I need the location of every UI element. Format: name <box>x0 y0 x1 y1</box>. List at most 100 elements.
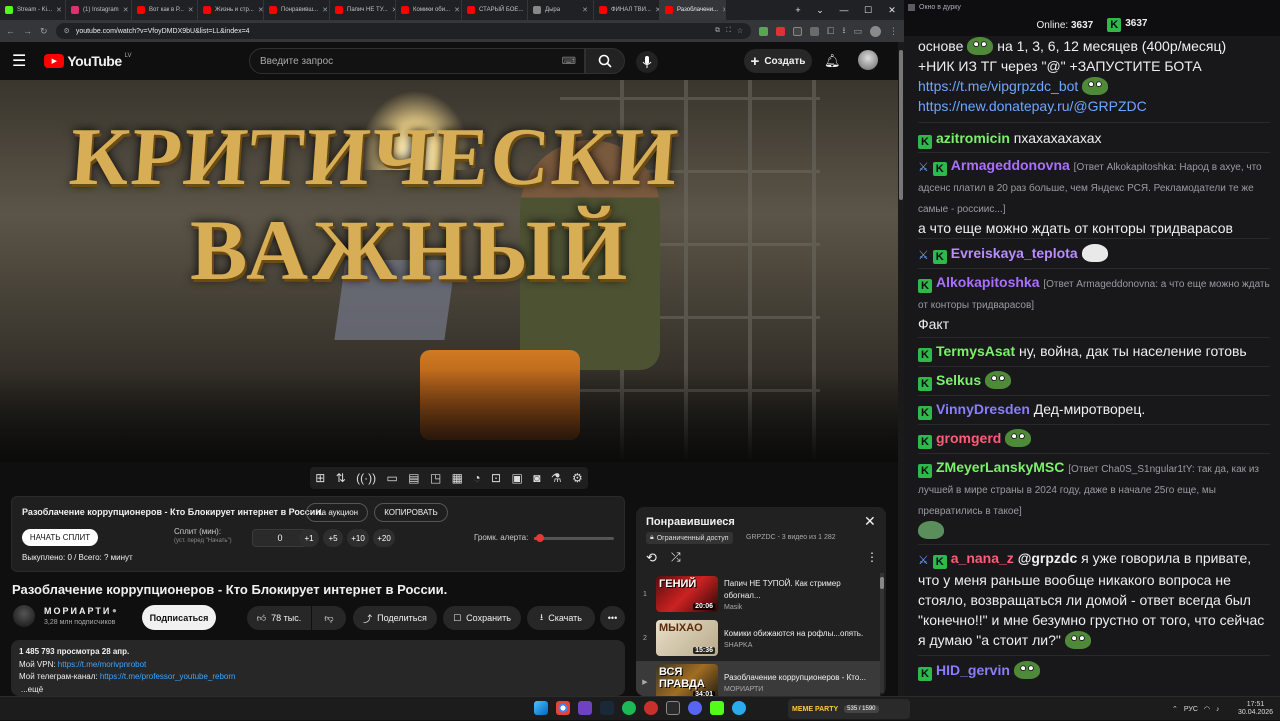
translate-icon[interactable]: ⛶ <box>726 27 731 35</box>
close-tab-icon[interactable]: ✕ <box>454 6 460 14</box>
add-20-button[interactable]: +20 <box>373 529 395 547</box>
browser-tab[interactable]: СТАРЫЙ БОЕ...✕ <box>462 0 528 20</box>
close-window-button[interactable]: ✕ <box>880 5 904 16</box>
dislike-button[interactable]: 👎︎ <box>312 606 346 630</box>
close-playlist-icon[interactable]: ✕ <box>864 513 876 530</box>
close-tab-icon[interactable]: ✕ <box>56 6 62 14</box>
tab-search-icon[interactable]: ⌄ <box>808 5 832 16</box>
tray-chevron-icon[interactable]: ⌃ <box>1172 705 1178 713</box>
menu-dots-icon[interactable]: ⋮ <box>889 26 898 37</box>
page-scroll-thumb[interactable] <box>899 50 903 200</box>
stream-widget[interactable]: MEME PARTY 535 / 1590 <box>788 699 910 719</box>
chat-username[interactable]: VinnyDresden <box>936 401 1030 417</box>
bookmark-star-icon[interactable]: ☆ <box>737 27 743 35</box>
browser-tab[interactable]: Разоблачени...✕ <box>660 0 726 20</box>
search-input[interactable]: Введите запрос ⌨ <box>249 48 585 74</box>
youtube-logo[interactable]: ▶ YouTube LV <box>44 53 132 69</box>
screen-icon[interactable]: ▭ <box>386 471 397 485</box>
clip-icon[interactable]: ▣ <box>512 471 523 485</box>
chat-username[interactable]: azitromicin <box>936 130 1010 146</box>
copy-button[interactable]: КОПИРОВАТЬ <box>374 503 448 522</box>
back-icon[interactable]: ← <box>6 26 15 36</box>
profile-avatar[interactable] <box>870 25 881 37</box>
bot-link[interactable]: https://t.me/vipgrpzdc_bot <box>918 78 1078 94</box>
subtitles-icon[interactable]: ▦ <box>452 471 463 485</box>
close-tab-icon[interactable]: ✕ <box>582 6 588 14</box>
chat-username[interactable]: Selkus <box>936 372 981 388</box>
browser-tab[interactable]: Понравивш... ✕ <box>264 0 330 20</box>
language-indicator[interactable]: РУС <box>1184 706 1198 713</box>
maximize-button[interactable]: ☐ <box>856 5 880 16</box>
share-button[interactable]: ⤴ Поделиться <box>353 606 437 630</box>
close-tab-icon[interactable]: ✕ <box>258 6 263 14</box>
add-1-button[interactable]: +1 <box>299 529 319 547</box>
chrome-icon[interactable] <box>556 701 570 715</box>
add-5-button[interactable]: +5 <box>323 529 343 547</box>
close-tab-icon[interactable]: ✕ <box>322 6 328 14</box>
mention[interactable]: @grpzdc <box>1018 550 1078 566</box>
picture-icon[interactable]: ⊡ <box>491 471 501 485</box>
app-icon[interactable] <box>644 701 658 715</box>
chat-username[interactable]: gromgerd <box>936 430 1001 446</box>
notifications-bell-icon[interactable]: 🔔︎ <box>824 53 841 69</box>
playlist-scroll-thumb[interactable] <box>880 577 884 589</box>
create-button[interactable]: + Создать <box>744 49 812 73</box>
to-auction-button[interactable]: На аукцион <box>306 503 368 522</box>
like-button[interactable]: 👍︎ 78 тыс. <box>247 606 311 630</box>
settings-gear-icon[interactable]: ⚙ <box>572 471 583 485</box>
sort-icon[interactable]: ⇅ <box>336 471 346 485</box>
broadcast-icon[interactable]: ((·)) <box>356 471 376 485</box>
show-more-link[interactable]: ...ещё <box>19 684 617 697</box>
browser-tab[interactable]: Дыра ✕ <box>528 0 594 20</box>
close-tab-icon[interactable]: ✕ <box>722 6 725 14</box>
download-button[interactable]: ⭳ Скачать <box>527 606 595 630</box>
flask-icon[interactable]: ⚗ <box>551 471 562 485</box>
browser-tab[interactable]: Жизнь и стр... ✕ <box>198 0 264 20</box>
reload-icon[interactable]: ↻ <box>40 26 48 37</box>
browser-tab[interactable]: Вот как в Р... ✕ <box>132 0 198 20</box>
extension-icon[interactable] <box>776 26 786 36</box>
playlist-item[interactable]: 2 МЫХАО 15:36 Комики обижаются на рофлы...о… <box>636 617 880 659</box>
tg-link[interactable]: https://t.me/professor_youtube_reborn <box>100 672 236 681</box>
playlist-scrollbar[interactable] <box>880 573 884 693</box>
chat-username[interactable]: Evreiskaya_teplota <box>951 245 1078 261</box>
extension-icon[interactable] <box>810 26 820 36</box>
browser-tab[interactable]: ФИНАЛ ТВИ...✕ <box>594 0 660 20</box>
extensions-puzzle-icon[interactable]: ⧠ <box>827 26 834 37</box>
vpn-link[interactable]: https://t.me/morivpnrobot <box>58 660 146 669</box>
chat-username[interactable]: ZMeyerLanskyMSC <box>936 459 1064 475</box>
channel-avatar[interactable] <box>13 605 35 627</box>
alert-volume-slider[interactable] <box>534 534 614 542</box>
search-button[interactable] <box>585 48 625 74</box>
donate-link[interactable]: https://new.donatepay.ru/@GRPZDC <box>918 96 1274 116</box>
volume-icon[interactable]: ♪ <box>1216 706 1220 713</box>
browser-tab[interactable]: Папич НЕ ТУ...✕ <box>330 0 396 20</box>
playlist-item-thumbnail[interactable]: ГЕНИЙ 20:06 <box>656 576 718 612</box>
crop-icon[interactable]: ◳ <box>430 471 441 485</box>
extension-icon[interactable] <box>793 26 803 36</box>
video-description[interactable]: 1 485 793 просмотра 28 апр. Мой VPN: htt… <box>11 640 625 696</box>
speed-icon[interactable]: ◔ <box>473 471 480 485</box>
playlist-item[interactable]: 1 ГЕНИЙ 20:06 Папич НЕ ТУПОЙ. Как стример о… <box>636 573 880 615</box>
chat-username[interactable]: HID_gervin <box>936 662 1010 678</box>
wifi-icon[interactable]: ◠ <box>1204 705 1210 713</box>
minimize-button[interactable]: — <box>832 5 856 15</box>
app-icon[interactable] <box>578 701 592 715</box>
start-split-button[interactable]: НАЧАТЬ СПЛИТ <box>22 529 98 546</box>
address-bar[interactable]: ⚙ youtube.com/watch?v=VfoyDMDX9bU&list=L… <box>55 23 752 39</box>
split-view-icon[interactable]: ▭ <box>853 26 862 37</box>
alert-volume-knob[interactable] <box>535 534 544 542</box>
telegram-icon[interactable] <box>732 701 746 715</box>
kick-app-icon[interactable] <box>710 701 724 715</box>
install-icon[interactable]: ⧉ <box>715 27 720 35</box>
forward-icon[interactable]: → <box>23 26 32 36</box>
playlist-item-thumbnail[interactable]: МЫХАО 15:36 <box>656 620 718 656</box>
app-icon[interactable] <box>666 701 680 715</box>
add-10-button[interactable]: +10 <box>347 529 369 547</box>
chat-username[interactable]: Armageddonovna <box>951 157 1070 173</box>
hamburger-menu-icon[interactable]: ☰ <box>12 51 26 71</box>
camera-icon[interactable]: ◙ <box>533 471 540 485</box>
keyboard-icon[interactable]: ⌨ <box>562 56 576 67</box>
more-actions-button[interactable]: ••• <box>600 606 625 630</box>
chat-username[interactable]: a_nana_z <box>951 550 1014 566</box>
